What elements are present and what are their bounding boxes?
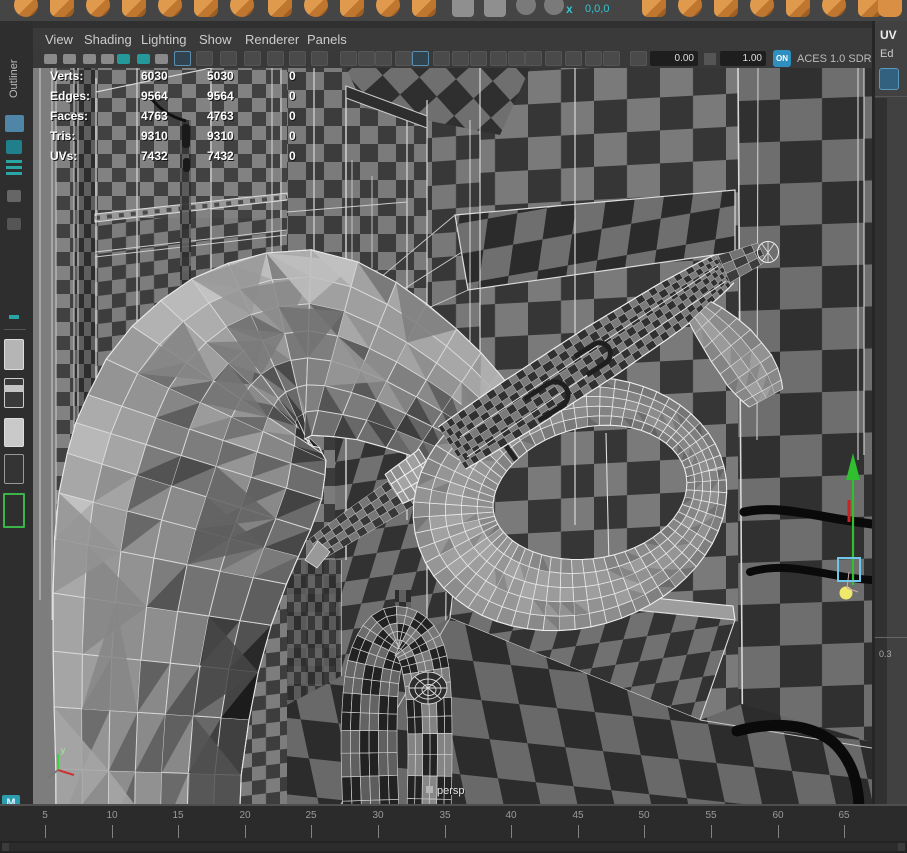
svg-text:0: 0 (289, 89, 296, 103)
svg-text:9564: 9564 (141, 89, 168, 103)
svg-text:Tris:: Tris: (50, 129, 75, 143)
svg-text:0: 0 (289, 129, 296, 143)
svg-text:Verts:: Verts: (50, 69, 83, 83)
svg-text:4763: 4763 (207, 109, 234, 123)
svg-text:6030: 6030 (141, 69, 168, 83)
svg-text:persp: persp (437, 785, 465, 797)
svg-text:4763: 4763 (141, 109, 168, 123)
svg-text:0: 0 (289, 69, 296, 83)
svg-text:9310: 9310 (141, 129, 168, 143)
svg-text:0: 0 (289, 149, 296, 163)
svg-text:5030: 5030 (207, 69, 234, 83)
svg-text:7432: 7432 (141, 149, 168, 163)
svg-text:y: y (61, 746, 65, 755)
svg-text:Edges:: Edges: (50, 89, 90, 103)
svg-text:7432: 7432 (207, 149, 234, 163)
svg-text:Faces:: Faces: (50, 109, 88, 123)
svg-text:UVs:: UVs: (50, 149, 77, 163)
svg-text:0: 0 (289, 109, 296, 123)
svg-text:9564: 9564 (207, 89, 234, 103)
svg-text:9310: 9310 (207, 129, 234, 143)
